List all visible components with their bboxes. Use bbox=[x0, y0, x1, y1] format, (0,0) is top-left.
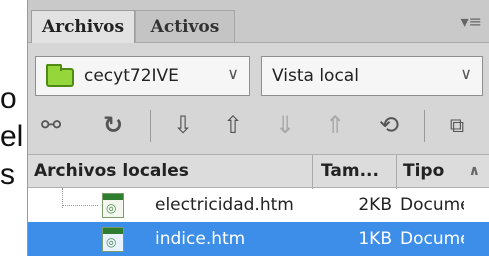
toolbar-separator bbox=[424, 110, 425, 142]
check-out-icon[interactable]: ⇓ bbox=[270, 108, 300, 142]
tab-activos[interactable]: Activos bbox=[135, 10, 235, 42]
panel-menu-icon[interactable]: ▾≡ bbox=[461, 12, 482, 31]
chevron-down-icon: ∨ bbox=[227, 64, 239, 83]
tab-archivos[interactable]: Archivos bbox=[31, 10, 135, 43]
column-header-name[interactable]: Archivos locales bbox=[28, 155, 312, 189]
column-header-type[interactable]: Tipo bbox=[396, 155, 464, 189]
site-select-value: cecyt72IVE bbox=[84, 66, 179, 86]
chevron-up-icon[interactable]: ∧ bbox=[469, 155, 480, 187]
file-name: indice.htm bbox=[155, 229, 246, 249]
file-list-header: Archivos locales Tam... Tipo ∧ bbox=[28, 154, 489, 189]
panel-tab-bar: Archivos Activos ▾≡ bbox=[28, 0, 489, 43]
site-select[interactable]: cecyt72IVE ∨ bbox=[35, 56, 250, 96]
check-in-icon[interactable]: ⇑ bbox=[320, 108, 350, 142]
file-size: 1KB bbox=[358, 229, 392, 249]
files-panel: Archivos Activos ▾≡ cecyt72IVE ∨ Vista l… bbox=[27, 0, 489, 256]
background-text-fragment: o bbox=[0, 84, 17, 114]
get-files-icon[interactable]: ⇩ bbox=[168, 108, 198, 142]
file-list: Archivos locales Tam... Tipo ∧ electrici… bbox=[28, 154, 489, 256]
view-select-value: Vista local bbox=[272, 66, 359, 86]
view-select[interactable]: Vista local ∨ bbox=[261, 56, 483, 96]
html-file-icon bbox=[102, 227, 124, 252]
file-size: 2KB bbox=[358, 195, 392, 215]
file-type: Documento bbox=[400, 229, 464, 249]
background-text-fragment: el bbox=[0, 122, 24, 152]
toolbar-separator bbox=[150, 110, 151, 142]
list-item[interactable]: electricidad.htm 2KB Documento bbox=[28, 188, 489, 222]
refresh-icon[interactable]: ↻ bbox=[98, 108, 128, 142]
html-file-icon bbox=[102, 193, 124, 218]
column-header-size[interactable]: Tam... bbox=[312, 155, 396, 189]
background-text-fragment: s bbox=[0, 160, 15, 190]
folder-icon bbox=[46, 64, 74, 87]
chevron-down-icon: ∨ bbox=[460, 64, 472, 83]
connect-icon[interactable]: ⚯ bbox=[36, 108, 66, 142]
expand-icon[interactable]: ⧉ bbox=[442, 108, 472, 142]
file-type: Documento bbox=[400, 195, 464, 215]
put-files-icon[interactable]: ⇧ bbox=[218, 108, 248, 142]
list-item-selected[interactable]: indice.htm 1KB Documento bbox=[28, 222, 489, 256]
file-name: electricidad.htm bbox=[155, 195, 294, 215]
synchronize-icon[interactable]: ⟲ bbox=[374, 108, 404, 142]
files-toolbar: ⚯ ↻ ⇩ ⇧ ⇓ ⇑ ⟲ ⧉ bbox=[28, 100, 489, 150]
